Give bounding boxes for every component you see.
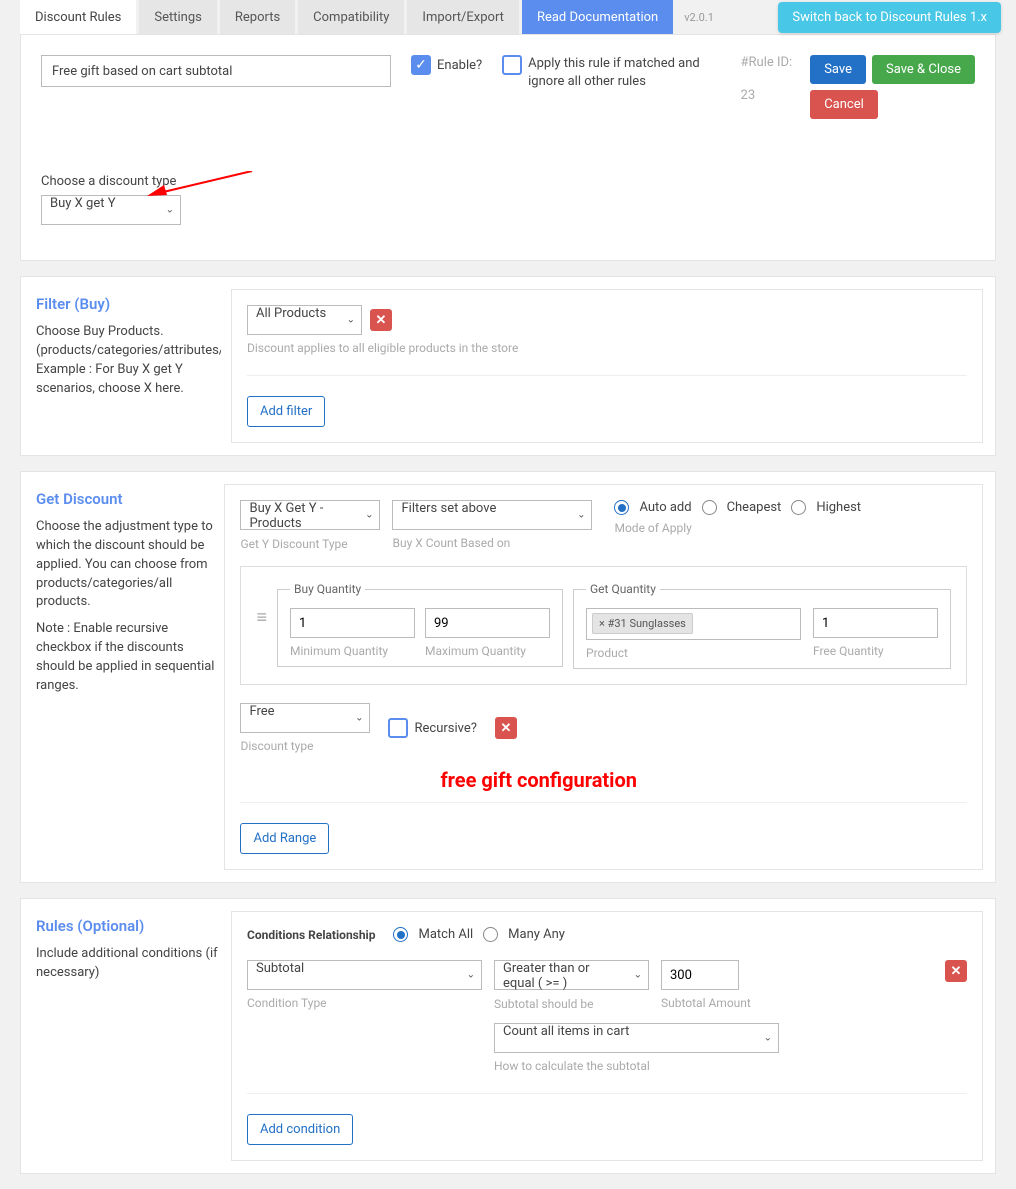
filter-desc: Choose Buy Products. (products/categorie… <box>36 323 221 398</box>
rules-heading: Rules (Optional) <box>36 917 221 935</box>
cancel-button[interactable]: Cancel <box>810 90 878 119</box>
filter-hint: Discount applies to all eligible product… <box>247 341 967 355</box>
filter-product-select[interactable]: All Products ⌄ <box>247 305 362 335</box>
rule-header-panel: ✓ Enable? Apply this rule if matched and… <box>20 34 996 261</box>
operator-select[interactable]: Greater than or equal ( >= ) ⌄ <box>494 960 649 990</box>
match-all-label: Match All <box>418 927 473 942</box>
range-delete-button[interactable]: ✕ <box>495 717 517 739</box>
recursive-label: Recursive? <box>414 721 476 736</box>
discount-desc2: Note : Enable recursive checkbox if the … <box>36 620 214 695</box>
mode-auto-radio[interactable] <box>614 500 629 515</box>
mode-auto-label: Auto add <box>639 500 691 515</box>
save-button[interactable]: Save <box>810 55 866 84</box>
get-qty-legend: Get Quantity <box>586 582 660 596</box>
version-label: v2.0.1 <box>684 11 714 24</box>
recursive-checkbox[interactable] <box>388 718 408 738</box>
calc-label: How to calculate the subtotal <box>494 1059 779 1073</box>
amount-label: Subtotal Amount <box>661 996 751 1010</box>
add-filter-button[interactable]: Add filter <box>247 396 325 427</box>
mode-cheapest-label: Cheapest <box>727 500 782 515</box>
gety-type-select[interactable]: Buy X Get Y - Products ⌄ <box>240 500 380 530</box>
mode-label: Mode of Apply <box>614 521 861 535</box>
discount-type-select[interactable]: Buy X get Y ⌄ <box>41 195 181 225</box>
get-quantity-fieldset: Get Quantity × #31 Sunglasses Product Fr… <box>573 582 951 669</box>
filter-heading: Filter (Buy) <box>36 295 221 313</box>
buy-quantity-fieldset: Buy Quantity Minimum Quantity Maximum Qu… <box>277 582 563 667</box>
min-qty-input[interactable] <box>290 608 415 638</box>
product-tag[interactable]: × #31 Sunglasses <box>592 613 693 634</box>
discount-type-free-select[interactable]: Free ⌄ <box>240 703 370 733</box>
rel-label: Conditions Relationship <box>247 928 375 942</box>
add-range-button[interactable]: Add Range <box>240 823 329 854</box>
product-tags-input[interactable]: × #31 Sunglasses <box>586 608 801 640</box>
tab-import-export[interactable]: Import/Export <box>407 0 519 34</box>
disc-type-label: Discount type <box>240 739 370 753</box>
apply-rule-label: Apply this rule if matched and ignore al… <box>528 55 708 91</box>
rule-title-input[interactable] <box>41 55 391 87</box>
rules-desc: Include additional conditions (if necess… <box>36 945 221 983</box>
operator-label: Subtotal should be <box>494 997 649 1011</box>
save-close-button[interactable]: Save & Close <box>872 55 975 84</box>
mode-cheapest-radio[interactable] <box>702 500 717 515</box>
gety-type-label: Get Y Discount Type <box>240 537 380 551</box>
drag-handle-icon[interactable]: ≡ <box>256 607 267 628</box>
annotation-text: free gift configuration <box>440 768 967 792</box>
tab-reports[interactable]: Reports <box>220 0 295 34</box>
max-qty-input[interactable] <box>425 608 550 638</box>
condition-delete-button[interactable]: ✕ <box>945 960 967 982</box>
tab-settings[interactable]: Settings <box>139 0 216 34</box>
min-qty-label: Minimum Quantity <box>290 644 415 658</box>
mode-highest-label: Highest <box>816 500 861 515</box>
apply-rule-checkbox[interactable] <box>502 55 522 75</box>
condition-type-label: Condition Type <box>247 996 482 1010</box>
switch-back-button[interactable]: Switch back to Discount Rules 1.x <box>778 2 1001 33</box>
free-qty-input[interactable] <box>813 608 938 638</box>
discount-heading: Get Discount <box>36 490 214 508</box>
tab-bar: Discount Rules Settings Reports Compatib… <box>0 0 1016 34</box>
tab-read-docs[interactable]: Read Documentation <box>522 0 673 34</box>
enable-checkbox[interactable]: ✓ <box>411 55 431 75</box>
rules-section: Rules (Optional) Include additional cond… <box>20 898 996 1174</box>
filter-section: Filter (Buy) Choose Buy Products. (produ… <box>20 276 996 456</box>
many-any-label: Many Any <box>508 927 565 942</box>
add-condition-button[interactable]: Add condition <box>247 1114 353 1145</box>
tab-discount-rules[interactable]: Discount Rules <box>20 0 136 34</box>
tab-compatibility[interactable]: Compatibility <box>298 0 404 34</box>
rule-id-value: 23 <box>741 88 793 103</box>
enable-label: Enable? <box>437 58 482 73</box>
buyx-count-label: Buy X Count Based on <box>392 536 592 550</box>
mode-highest-radio[interactable] <box>791 500 806 515</box>
many-any-radio[interactable] <box>483 927 498 942</box>
free-qty-label: Free Quantity <box>813 644 938 658</box>
buy-qty-legend: Buy Quantity <box>290 582 365 596</box>
discount-type-label: Choose a discount type <box>41 174 975 189</box>
discount-desc1: Choose the adjustment type to which the … <box>36 518 214 612</box>
calc-select[interactable]: Count all items in cart ⌄ <box>494 1023 779 1053</box>
rule-id-label: #Rule ID: <box>741 55 793 70</box>
match-all-radio[interactable] <box>393 927 408 942</box>
condition-type-select[interactable]: Subtotal ⌄ <box>247 960 482 990</box>
subtotal-amount-input[interactable] <box>661 960 739 990</box>
max-qty-label: Maximum Quantity <box>425 644 550 658</box>
filter-delete-button[interactable]: ✕ <box>370 309 392 331</box>
product-label: Product <box>586 646 801 660</box>
discount-section: Get Discount Choose the adjustment type … <box>20 471 996 883</box>
buyx-count-select[interactable]: Filters set above ⌄ <box>392 500 592 530</box>
